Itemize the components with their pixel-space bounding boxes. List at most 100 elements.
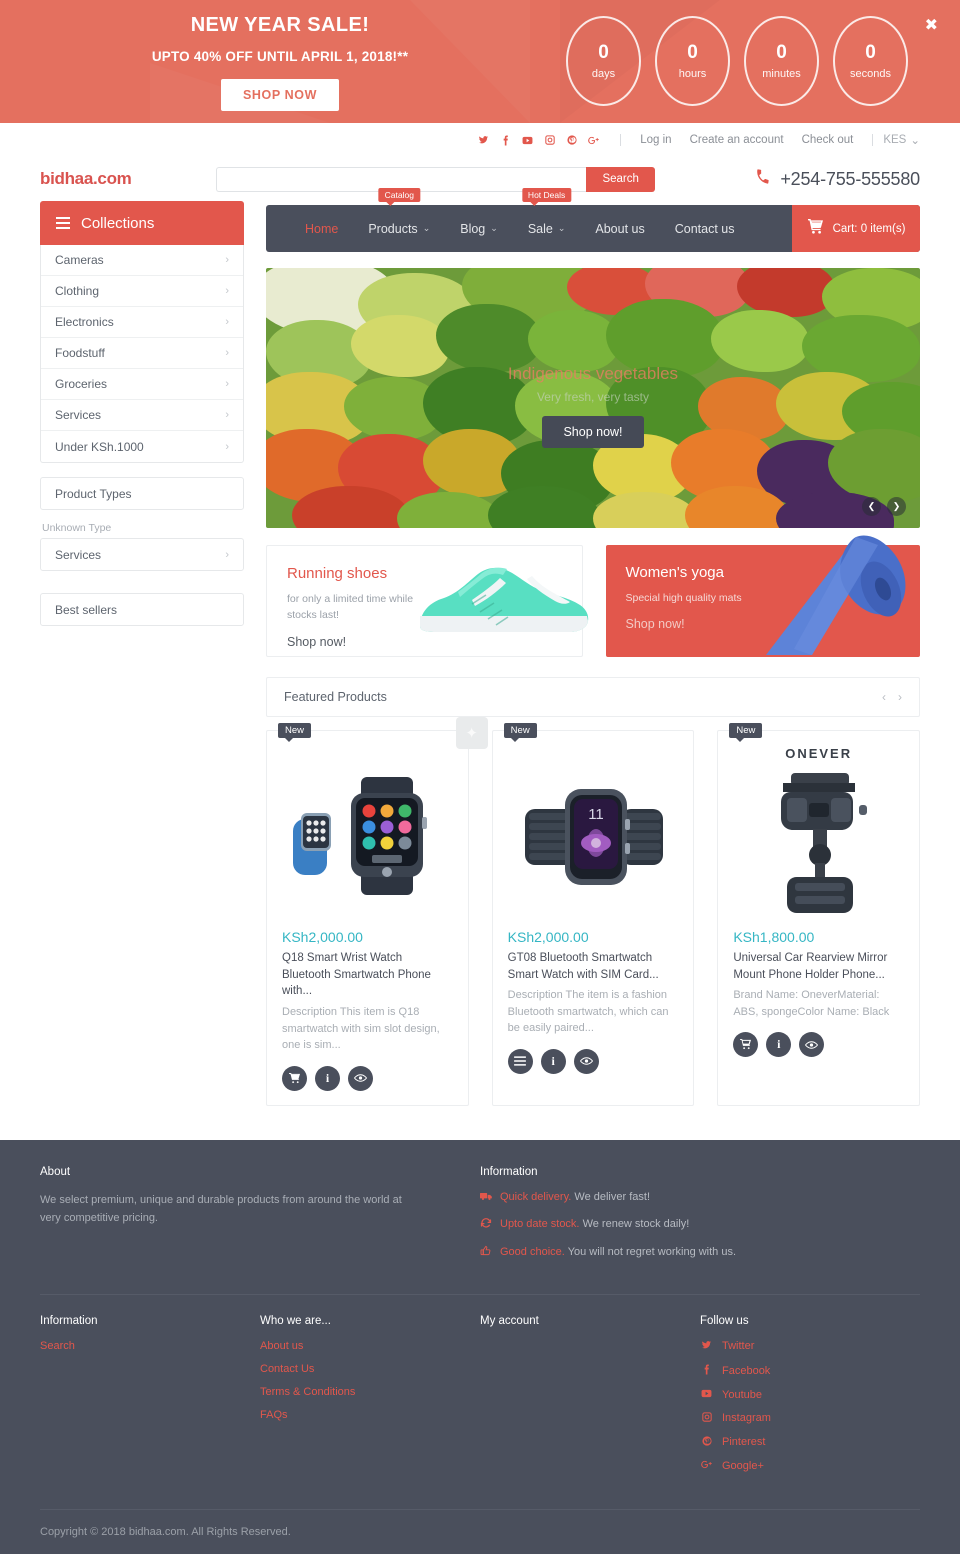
eye-icon[interactable] [799,1032,825,1058]
footer-social-label: Instagram [722,1412,771,1425]
promo-shop-now-button[interactable]: SHOP NOW [220,79,340,111]
cart-icon[interactable] [282,1065,307,1091]
sidebar-item-clothing[interactable]: Clothing › [41,276,243,307]
chevron-right-icon: › [225,254,229,266]
featured-products-title: Featured Products [284,690,387,704]
nav-item-label: Home [305,221,339,236]
footer-info-text: You will not regret working with us. [567,1245,737,1258]
product-grid: New ✦ KSh2,000.00 Q18 Smart Wrist Watch … [266,717,921,1106]
product-name[interactable]: GT08 Bluetooth Smartwatch Smart Watch wi… [508,950,679,983]
currency-selector[interactable]: KES [883,134,906,146]
sidebar-item-electronics[interactable]: Electronics › [41,307,243,338]
featured-next-icon[interactable]: › [898,690,902,704]
nav-item-label: Sale [527,221,553,236]
chevron-down-icon[interactable]: ⌄ [910,133,920,147]
countdown-timer: 0 days 0 hours 0 minutes 0 seconds [566,16,908,106]
footer-social-facebook[interactable]: Facebook [700,1363,920,1378]
product-card[interactable]: New ONEVER KSh1,800.00 Universal Car Rea… [717,723,921,1106]
product-card[interactable]: New 11 KSh2,000.00 GT08 Bluetooth Smartw… [491,723,695,1106]
chevron-down-icon: ⌄ [422,223,431,233]
sidebar-item-cameras[interactable]: Cameras › [41,245,243,276]
eye-icon[interactable] [573,1048,599,1074]
footer-info-upto-date-stock: Upto date stock. We renew stock daily! [480,1217,920,1232]
unknown-type-list: Services › [40,538,244,571]
footer-information-column: Information Quick delivery. We deliver f… [480,1166,920,1272]
product-types-title[interactable]: Product Types [41,478,243,509]
pinterest-icon[interactable] [565,134,578,147]
hero-caption: Indigenous vegetables Very fresh, very t… [266,364,920,448]
footer-link-search[interactable]: Search [40,1340,260,1352]
nav-item-about-us[interactable]: About us [580,205,659,252]
nav-item-blog[interactable]: Blog ⌄ [445,205,513,252]
list-icon[interactable] [507,1048,533,1074]
cart-button[interactable]: Cart: 0 item(s) [792,205,920,252]
info-icon[interactable]: i [315,1065,340,1091]
hero-next-icon[interactable]: ❯ [887,497,906,516]
product-name[interactable]: Universal Car Rearview Mirror Mount Phon… [733,950,904,983]
footer-link-terms-conditions[interactable]: Terms & Conditions [260,1386,480,1398]
hero-slider: Indigenous vegetables Very fresh, very t… [266,268,920,528]
promo-card-running-shoes[interactable]: Running shoes for only a limited time wh… [266,545,588,657]
info-icon[interactable]: i [766,1032,792,1058]
social-links [477,134,600,147]
footer-social-youtube[interactable]: Youtube [700,1389,920,1401]
sidebar-item-foodstuff[interactable]: Foodstuff › [41,338,243,369]
facebook-icon[interactable] [499,134,512,147]
site-logo[interactable]: bidhaa.com [40,169,132,189]
login-link[interactable]: Log in [640,134,671,146]
q18-smartwatch-image [267,731,468,929]
footer-info-text: We renew stock daily! [582,1218,690,1231]
sidebar-item-groceries[interactable]: Groceries › [41,369,243,400]
youtube-icon[interactable] [521,134,534,147]
featured-prev-icon[interactable]: ‹ [882,690,886,704]
footer-link-contact-us[interactable]: Contact Us [260,1363,480,1375]
hero-prev-icon[interactable]: ❮ [862,497,881,516]
promo-card-cta[interactable]: Shop now! [626,617,921,631]
product-info: KSh2,000.00 Q18 Smart Wrist Watch Blueto… [267,929,468,1091]
product-actions: i [282,1065,453,1091]
search-button[interactable]: Search [586,166,655,192]
info-icon[interactable]: i [540,1048,566,1074]
sidebar-item-under-ksh1000[interactable]: Under KSh.1000 › [41,431,243,462]
cart-icon[interactable] [733,1032,759,1058]
create-account-link[interactable]: Create an account [690,134,784,146]
footer-social-pinterest[interactable]: Pinterest [700,1435,920,1449]
promo-card-cta[interactable]: Shop now! [287,635,582,649]
nav-item-products[interactable]: Catalog Products ⌄ [353,188,445,252]
footer-social-label: Youtube [722,1388,762,1401]
nav-item-label: About us [595,221,645,236]
footer-link-about-us[interactable]: About us [260,1340,480,1352]
promo-card-womens-yoga[interactable]: Women's yoga Special high quality mats S… [605,535,921,657]
instagram-icon[interactable] [543,134,556,147]
footer-social-twitter[interactable]: Twitter [700,1340,920,1353]
promo-subtitle: UPTO 40% OFF UNTIL APRIL 1, 2018!** [151,49,409,64]
nav-item-contact-us[interactable]: Contact us [660,205,750,252]
product-price: KSh2,000.00 [282,929,363,945]
youtube-icon [700,1389,713,1401]
checkout-link[interactable]: Check out [802,134,854,146]
footer-column-title: Who we are... [260,1314,331,1327]
nav-item-sale[interactable]: Hot Deals Sale ⌄ [513,188,581,252]
main-content: Home Catalog Products ⌄ Blog ⌄ Hot Deals… [266,188,921,1106]
product-name[interactable]: Q18 Smart Wrist Watch Bluetooth Smartwat… [282,950,453,1000]
chevron-right-icon: › [225,285,229,297]
googleplus-icon[interactable] [587,134,600,147]
chevron-right-icon: › [225,378,229,390]
twitter-icon[interactable] [477,134,490,147]
svg-text:11: 11 [588,806,604,823]
nav-links: Home Catalog Products ⌄ Blog ⌄ Hot Deals… [266,188,792,252]
footer-social-googleplus[interactable]: Google+ [700,1460,920,1472]
collections-header[interactable]: Collections [40,201,244,245]
countdown-seconds: 0 seconds [833,16,908,106]
product-card[interactable]: New ✦ KSh2,000.00 Q18 Smart Wrist Watch … [266,717,488,1106]
nav-item-home[interactable]: Home [290,205,353,252]
promo-card-title: Women's yoga [625,564,724,581]
hero-shop-now-button[interactable]: Shop now! [542,416,644,448]
best-sellers-title[interactable]: Best sellers [41,594,243,625]
footer-social-instagram[interactable]: Instagram [700,1411,920,1425]
close-icon[interactable]: ✖ [925,18,938,34]
sidebar-item-services[interactable]: Services › [41,400,243,431]
eye-icon[interactable] [348,1065,373,1091]
footer-link-faqs[interactable]: FAQs [260,1409,480,1421]
sidebar-item-services-type[interactable]: Services › [41,539,243,570]
